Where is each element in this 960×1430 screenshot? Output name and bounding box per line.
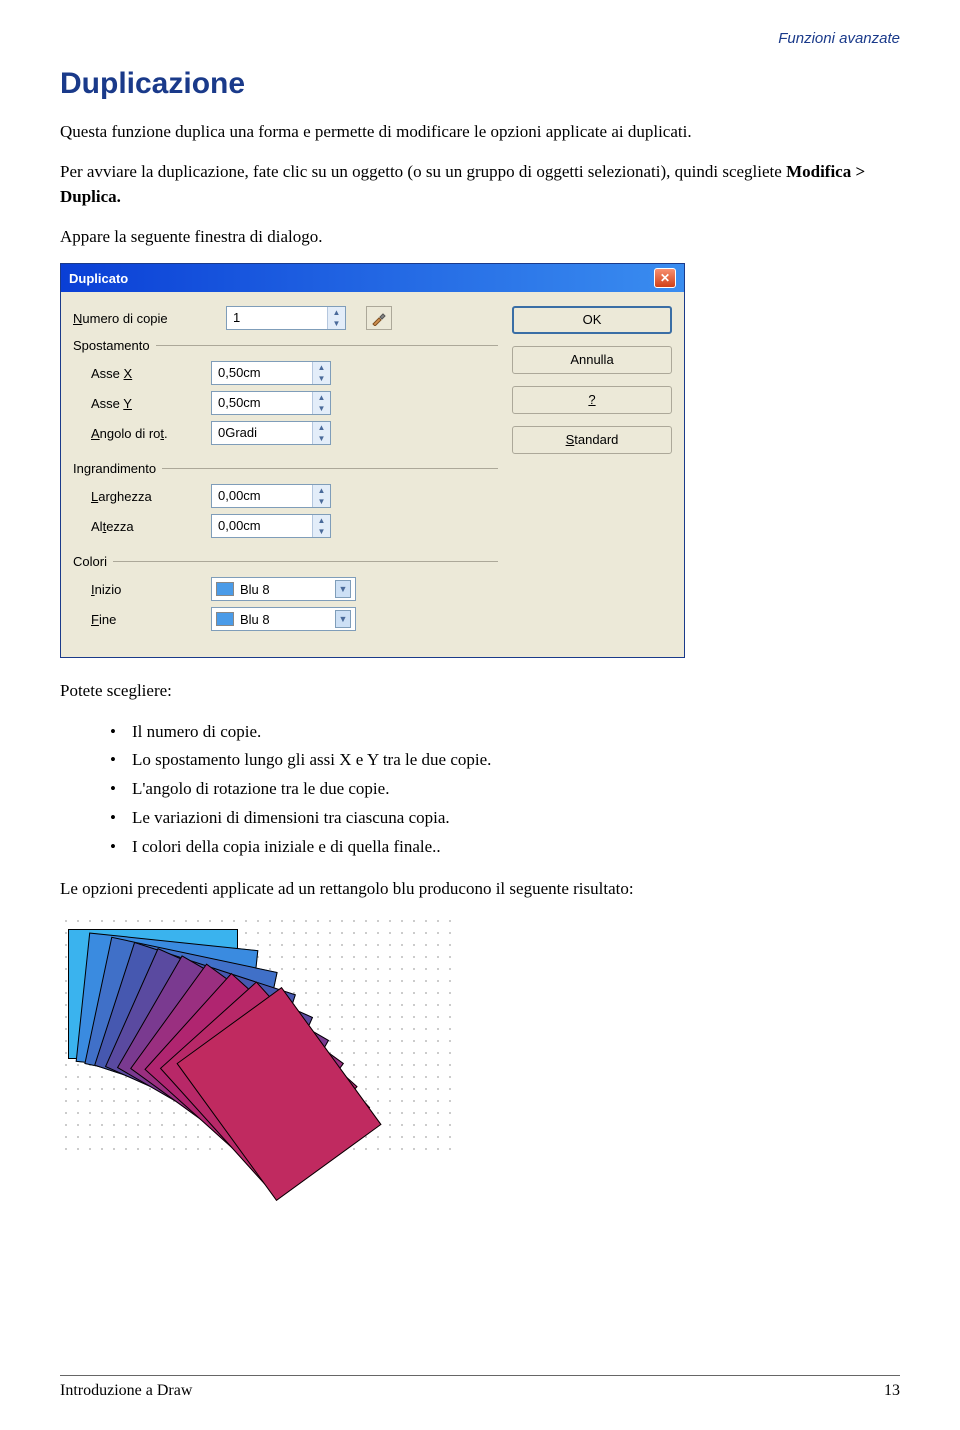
- spinner-icon[interactable]: ▲▼: [312, 422, 330, 444]
- altezza-value: 0,00cm: [212, 515, 312, 537]
- list-item: I colori della copia iniziale e di quell…: [110, 833, 900, 862]
- copies-value: 1: [227, 307, 327, 329]
- duplicate-dialog: Duplicato ✕ Numero di copie 1 ▲▼ Spostam…: [60, 263, 685, 658]
- list-item: Il numero di copie.: [110, 718, 900, 747]
- copies-input[interactable]: 1 ▲▼: [226, 306, 346, 330]
- spinner-icon[interactable]: ▲▼: [312, 362, 330, 384]
- group-spostamento: Spostamento Asse X 0,50cm ▲▼ Asse Y 0,50…: [73, 338, 498, 453]
- copies-label-rest: umero di copie: [82, 311, 167, 326]
- list-item: Lo spostamento lungo gli assi X e Y tra …: [110, 746, 900, 775]
- asse-y-value: 0,50cm: [212, 392, 312, 414]
- spinner-icon[interactable]: ▲▼: [312, 485, 330, 507]
- after-lead: Potete scegliere:: [60, 678, 900, 704]
- spinner-icon[interactable]: ▲▼: [312, 392, 330, 414]
- options-list: Il numero di copie. Lo spostamento lungo…: [110, 718, 900, 862]
- intro-para-1: Questa funzione duplica una forma e perm…: [60, 119, 900, 145]
- dialog-title: Duplicato: [69, 271, 128, 286]
- dialog-titlebar: Duplicato ✕: [61, 264, 684, 292]
- group-spostamento-label: Spostamento: [73, 338, 156, 353]
- fine-value: Blu 8: [240, 612, 329, 627]
- group-ingrandimento: Ingrandimento Larghezza 0,00cm ▲▼ Altezz…: [73, 461, 498, 546]
- inizio-select[interactable]: Blu 8 ▼: [211, 577, 356, 601]
- close-icon[interactable]: ✕: [654, 268, 676, 288]
- list-item: L'angolo di rotazione tra le due copie.: [110, 775, 900, 804]
- group-colori-label: Colori: [73, 554, 113, 569]
- intro-para-2: Per avviare la duplicazione, fate clic s…: [60, 159, 900, 210]
- footer-page: 13: [884, 1382, 900, 1400]
- page-header-right: Funzioni avanzate: [60, 30, 900, 47]
- intro-para-2a: Per avviare la duplicazione, fate clic s…: [60, 162, 786, 181]
- page-footer: Introduzione a Draw 13: [60, 1375, 900, 1400]
- result-figure: [60, 915, 460, 1155]
- color-swatch-fine: [216, 612, 234, 626]
- larghezza-input[interactable]: 0,00cm ▲▼: [211, 484, 331, 508]
- spinner-icon[interactable]: ▲▼: [312, 515, 330, 537]
- closing-para: Le opzioni precedenti applicate ad un re…: [60, 876, 900, 902]
- angolo-input[interactable]: 0Gradi ▲▼: [211, 421, 331, 445]
- color-swatch-inizio: [216, 582, 234, 596]
- angolo-value: 0Gradi: [212, 422, 312, 444]
- asse-x-value: 0,50cm: [212, 362, 312, 384]
- list-item: Le variazioni di dimensioni tra ciascuna…: [110, 804, 900, 833]
- chevron-down-icon[interactable]: ▼: [335, 610, 351, 628]
- intro-para-3: Appare la seguente finestra di dialogo.: [60, 224, 900, 250]
- standard-button[interactable]: Standard: [512, 426, 672, 454]
- cancel-button[interactable]: Annulla: [512, 346, 672, 374]
- asse-y-input[interactable]: 0,50cm ▲▼: [211, 391, 331, 415]
- asse-x-input[interactable]: 0,50cm ▲▼: [211, 361, 331, 385]
- fine-select[interactable]: Blu 8 ▼: [211, 607, 356, 631]
- section-title: Duplicazione: [60, 67, 900, 101]
- help-button[interactable]: ?: [512, 386, 672, 414]
- inizio-value: Blu 8: [240, 582, 329, 597]
- footer-left: Introduzione a Draw: [60, 1382, 192, 1400]
- spinner-icon[interactable]: ▲▼: [327, 307, 345, 329]
- group-colori: Colori Inizio Blu 8 ▼ Fine Blu 8 ▼: [73, 554, 498, 639]
- field-row-copies: Numero di copie 1 ▲▼: [73, 306, 498, 330]
- larghezza-value: 0,00cm: [212, 485, 312, 507]
- group-ingrandimento-label: Ingrandimento: [73, 461, 162, 476]
- eyedropper-icon[interactable]: [366, 306, 392, 330]
- altezza-input[interactable]: 0,00cm ▲▼: [211, 514, 331, 538]
- ok-button[interactable]: OK: [512, 306, 672, 334]
- chevron-down-icon[interactable]: ▼: [335, 580, 351, 598]
